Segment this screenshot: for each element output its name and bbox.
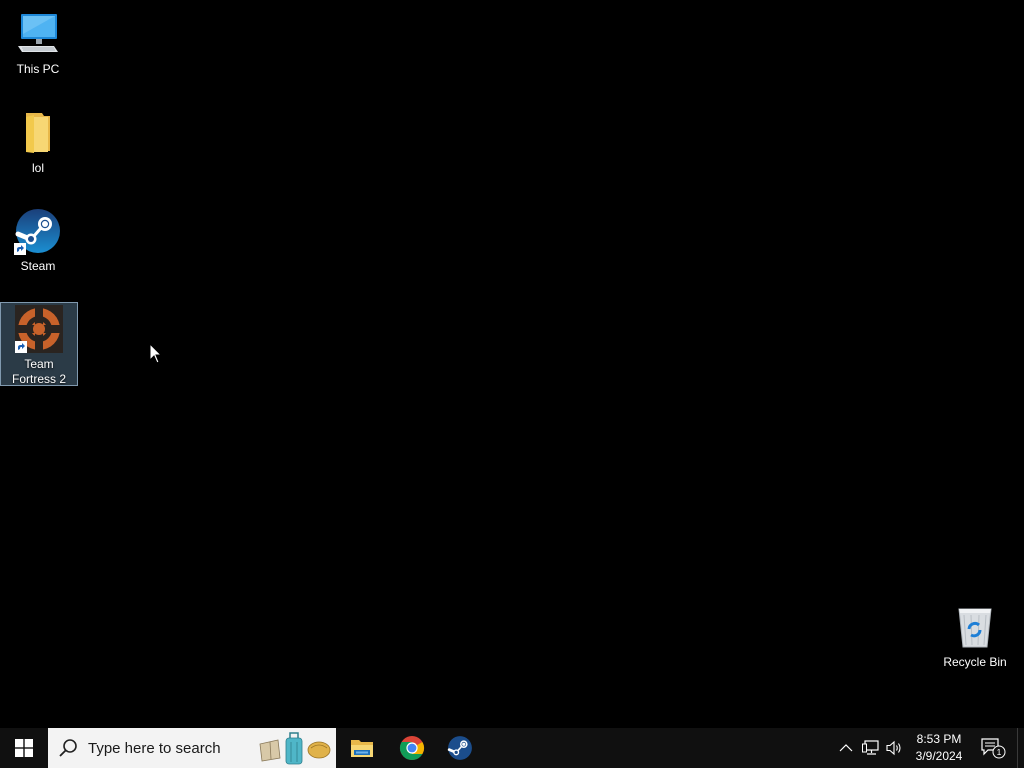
steam-icon (447, 736, 472, 760)
clock-date: 3/9/2024 (915, 749, 963, 763)
mouse-pointer-icon (149, 343, 163, 364)
taskbar-steam-button[interactable] (437, 728, 483, 768)
tray-show-hidden-icons-button[interactable] (836, 728, 856, 768)
taskbar-chrome-button[interactable] (388, 728, 436, 768)
shortcut-arrow-icon (14, 243, 26, 255)
volume-icon (886, 740, 901, 756)
file-explorer-icon (351, 740, 373, 757)
desktop-icon-this-pc[interactable]: This PC (0, 8, 76, 77)
desktop[interactable]: This PC lol Steam Team Fortress 2 Recycl… (0, 0, 1024, 728)
folder-icon (14, 109, 62, 157)
clock-time: 8:53 PM (916, 732, 962, 746)
start-button[interactable] (0, 728, 48, 768)
notification-icon: 1 (981, 738, 1006, 759)
desktop-icon-label: Steam (20, 259, 56, 273)
windows-logo-icon (15, 739, 33, 757)
search-icon (59, 739, 77, 757)
tray-network-button[interactable] (860, 728, 882, 768)
search-highlight-illustration-icon (259, 732, 331, 765)
chevron-up-icon (839, 744, 853, 752)
desktop-icon-label: Recycle Bin (943, 655, 1007, 669)
desktop-icon-label: This PC (16, 62, 60, 76)
tray-volume-button[interactable] (884, 728, 906, 768)
desktop-icon-label: Team Fortress 2 (11, 357, 66, 386)
team-fortress-2-icon (15, 305, 63, 353)
desktop-icon-recycle-bin[interactable]: Recycle Bin (937, 601, 1013, 670)
action-center-button[interactable]: 1 (978, 728, 1008, 768)
chrome-icon (399, 736, 425, 761)
notification-count-badge: 1 (997, 747, 1002, 757)
shortcut-arrow-icon (15, 341, 27, 353)
recycle-bin-icon (951, 603, 999, 651)
desktop-icon-team-fortress-2[interactable]: Team Fortress 2 (0, 302, 78, 386)
taskbar-file-explorer-button[interactable] (338, 728, 386, 768)
desktop-icon-steam[interactable]: Steam (0, 205, 76, 274)
network-icon (862, 740, 879, 755)
search-placeholder: Type here to search (88, 739, 221, 757)
show-desktop-button[interactable] (1017, 728, 1024, 768)
computer-icon (14, 10, 62, 58)
desktop-icon-label: lol (31, 161, 44, 175)
desktop-icon-lol-folder[interactable]: lol (0, 107, 76, 176)
taskbar-clock[interactable]: 8:53 PM 3/9/2024 (908, 728, 970, 768)
steam-icon (14, 207, 62, 255)
taskbar-search-box[interactable]: Type here to search (48, 728, 336, 768)
taskbar: Type here to search 8:53 PM 3/9/2024 1 (0, 728, 1024, 768)
